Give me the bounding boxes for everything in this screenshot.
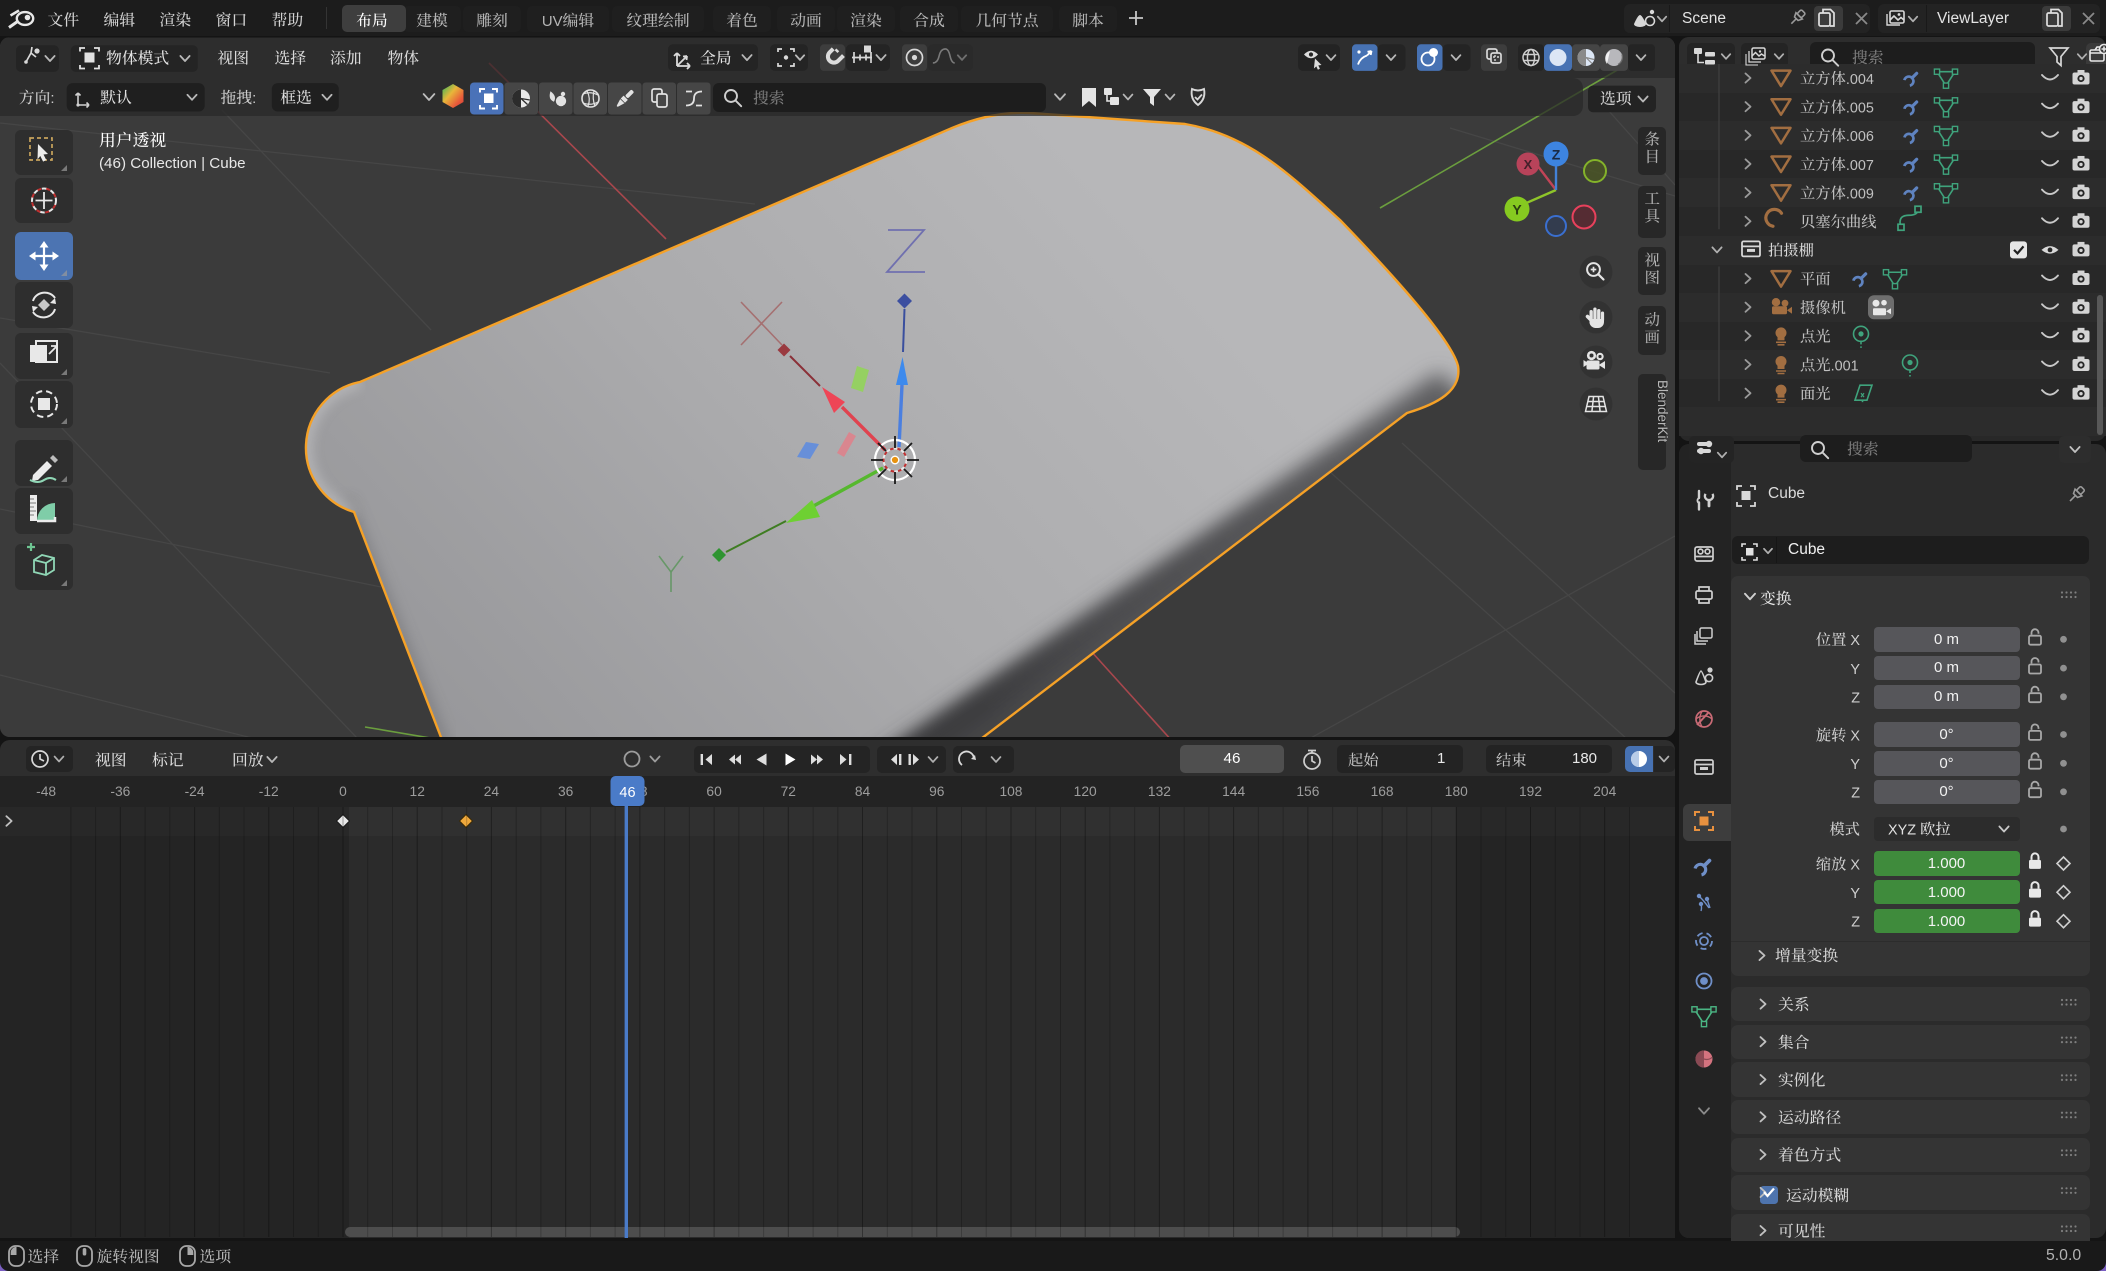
svg-text:46: 46 [619,785,635,801]
svg-text:X: X [1524,157,1533,172]
svg-text:BlenderKit: BlenderKit [1655,380,1670,443]
svg-text:Y: Y [1512,202,1522,218]
svg-text:(46) Collection | Cube: (46) Collection | Cube [99,155,246,172]
svg-text:Z: Z [1552,147,1561,163]
